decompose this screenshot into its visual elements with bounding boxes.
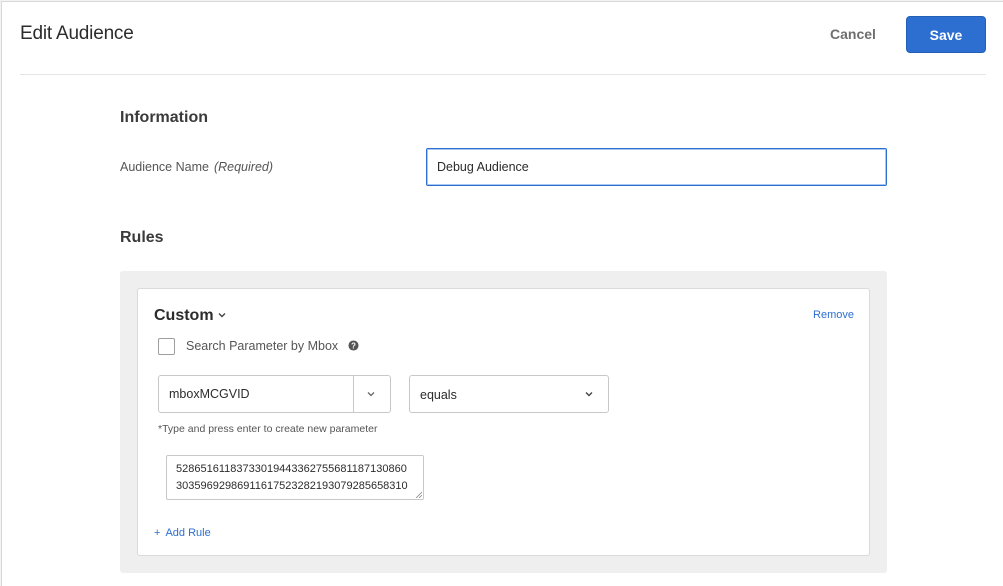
combobox-separator	[353, 376, 354, 412]
audience-name-label-text: Audience Name	[120, 160, 209, 174]
svg-text:?: ?	[351, 341, 356, 350]
add-rule-label[interactable]: Add Rule	[165, 527, 210, 539]
chevron-down-icon[interactable]	[584, 389, 594, 399]
value-line: 30359692986911617523282193079285658310	[176, 480, 408, 492]
header: Edit Audience Cancel Save	[2, 2, 1003, 74]
audience-name-input[interactable]	[426, 148, 887, 186]
chevron-down-icon[interactable]	[217, 310, 227, 320]
edit-audience-panel: Edit Audience Cancel Save Information Au…	[1, 1, 1003, 586]
required-indicator: (Required)	[213, 160, 274, 174]
rule-type-label[interactable]: Custom	[154, 307, 214, 325]
operator-value[interactable]: equals	[420, 388, 457, 402]
add-rule-link[interactable]: + Add Rule	[154, 527, 211, 539]
search-by-mbox-checkbox[interactable]	[158, 338, 175, 355]
parameter-combobox[interactable]: mboxMCGVID	[158, 375, 391, 413]
information-heading: Information	[120, 109, 208, 126]
parameter-hint: *Type and press enter to create new para…	[158, 423, 378, 435]
search-by-mbox-label[interactable]: Search Parameter by Mbox	[186, 339, 338, 353]
save-button[interactable]: Save	[906, 16, 986, 53]
header-divider	[20, 74, 986, 75]
cancel-button[interactable]: Cancel	[814, 18, 892, 50]
page-title: Edit Audience	[20, 23, 134, 44]
operator-select[interactable]: equals	[409, 375, 609, 413]
rule-card: Custom Remove Search Parameter by Mbox ?…	[137, 288, 870, 556]
question-circle-icon[interactable]: ?	[348, 340, 359, 351]
plus-icon: +	[154, 527, 161, 539]
audience-name-label: Audience Name (Required)	[120, 160, 273, 174]
chevron-down-icon[interactable]	[366, 389, 376, 399]
resize-handle-icon[interactable]	[415, 491, 422, 498]
remove-rule-link[interactable]: Remove	[813, 309, 854, 321]
parameter-value[interactable]: mboxMCGVID	[169, 387, 250, 401]
value-textarea[interactable]: 52865161183733019443362755681187130860 3…	[166, 455, 424, 500]
rules-container: Custom Remove Search Parameter by Mbox ?…	[120, 271, 887, 573]
value-line: 52865161183733019443362755681187130860	[176, 463, 407, 475]
rules-heading: Rules	[120, 229, 164, 246]
